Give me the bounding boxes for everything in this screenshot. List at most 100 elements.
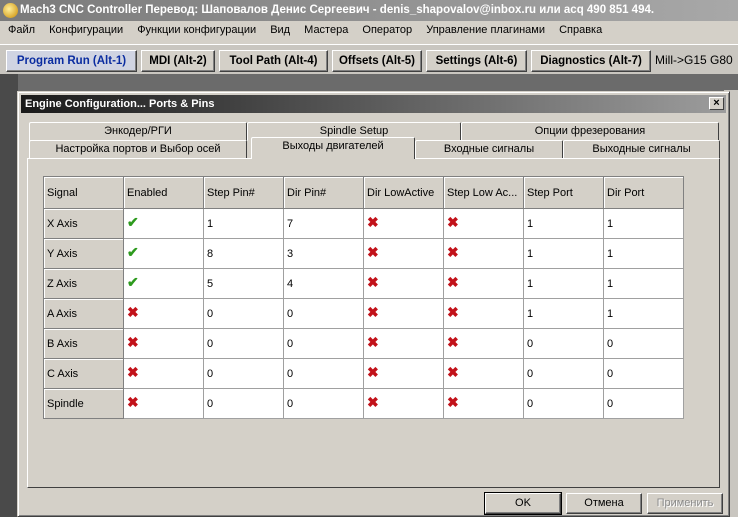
step-port-cell[interactable]: 1 bbox=[523, 298, 604, 329]
ok-button[interactable]: OK bbox=[484, 492, 562, 515]
tab-settings[interactable]: Settings (Alt-6) bbox=[426, 50, 527, 72]
dir-pin-cell[interactable]: 0 bbox=[283, 358, 364, 389]
dir-low-active-cell[interactable]: ✖ bbox=[363, 208, 444, 239]
step-pin-cell[interactable]: 8 bbox=[203, 238, 284, 269]
step-low-active-cell[interactable]: ✖ bbox=[443, 298, 524, 329]
dir-low-active-cell[interactable]: ✖ bbox=[363, 358, 444, 389]
dir-pin-cell[interactable]: 0 bbox=[283, 328, 364, 359]
enabled-cell[interactable]: ✔ bbox=[123, 268, 204, 299]
column-header-dir-port[interactable]: Dir Port bbox=[603, 176, 684, 209]
menu-config-functions[interactable]: Функции конфигурации bbox=[137, 24, 256, 36]
tab-mill-options[interactable]: Опции фрезерования bbox=[461, 122, 719, 141]
column-header-dir-pin[interactable]: Dir Pin# bbox=[283, 176, 364, 209]
step-port-cell[interactable]: 0 bbox=[523, 358, 604, 389]
column-header-step-low-active[interactable]: Step Low Ac... bbox=[443, 176, 524, 209]
step-port-cell[interactable]: 1 bbox=[523, 268, 604, 299]
menu-file[interactable]: Файл bbox=[8, 24, 35, 36]
red-x-icon: ✖ bbox=[447, 333, 459, 350]
ports-pins-dialog: Engine Configuration... Ports & Pins × Э… bbox=[17, 91, 730, 517]
tab-input-signals[interactable]: Входные сигналы bbox=[415, 140, 563, 159]
table-row: Z Axis ✔ 5 4 ✖ ✖ 1 1 bbox=[43, 268, 684, 299]
menu-plugins[interactable]: Управление плагинами bbox=[426, 24, 545, 36]
dir-low-active-cell[interactable]: ✖ bbox=[363, 268, 444, 299]
enabled-cell[interactable]: ✖ bbox=[123, 358, 204, 389]
step-port-cell[interactable]: 0 bbox=[523, 328, 604, 359]
dir-port-cell[interactable]: 1 bbox=[603, 238, 684, 269]
signal-cell: B Axis bbox=[43, 328, 124, 359]
red-x-icon: ✖ bbox=[447, 363, 459, 380]
column-header-step-pin[interactable]: Step Pin# bbox=[203, 176, 284, 209]
tab-output-signals[interactable]: Выходные сигналы bbox=[563, 140, 720, 159]
dir-pin-cell[interactable]: 0 bbox=[283, 388, 364, 419]
step-pin-cell[interactable]: 0 bbox=[203, 328, 284, 359]
signal-cell: A Axis bbox=[43, 298, 124, 329]
column-header-step-port[interactable]: Step Port bbox=[523, 176, 604, 209]
menu-help[interactable]: Справка bbox=[559, 24, 602, 36]
enabled-cell[interactable]: ✖ bbox=[123, 298, 204, 329]
dir-low-active-cell[interactable]: ✖ bbox=[363, 388, 444, 419]
dir-low-active-cell[interactable]: ✖ bbox=[363, 328, 444, 359]
dir-low-active-cell[interactable]: ✖ bbox=[363, 238, 444, 269]
step-low-active-cell[interactable]: ✖ bbox=[443, 238, 524, 269]
tab-encoder-mpg[interactable]: Энкодер/РГИ bbox=[29, 122, 247, 141]
tab-offsets[interactable]: Offsets (Alt-5) bbox=[332, 50, 422, 72]
column-header-enabled[interactable]: Enabled bbox=[123, 176, 204, 209]
dir-low-active-cell[interactable]: ✖ bbox=[363, 298, 444, 329]
red-x-icon: ✖ bbox=[127, 363, 139, 380]
step-low-active-cell[interactable]: ✖ bbox=[443, 208, 524, 239]
red-x-icon: ✖ bbox=[447, 393, 459, 410]
tab-diagnostics[interactable]: Diagnostics (Alt-7) bbox=[531, 50, 651, 72]
enabled-cell[interactable]: ✖ bbox=[123, 328, 204, 359]
window-title-bar: Mach3 CNC Controller Перевод: Шаповалов … bbox=[0, 0, 738, 21]
dir-pin-cell[interactable]: 4 bbox=[283, 268, 364, 299]
step-pin-cell[interactable]: 0 bbox=[203, 298, 284, 329]
tab-tool-path[interactable]: Tool Path (Alt-4) bbox=[219, 50, 328, 72]
table-row: C Axis ✖ 0 0 ✖ ✖ 0 0 bbox=[43, 358, 684, 389]
dir-port-cell[interactable]: 1 bbox=[603, 208, 684, 239]
step-port-cell[interactable]: 1 bbox=[523, 238, 604, 269]
column-header-signal[interactable]: Signal bbox=[43, 176, 124, 209]
cancel-button[interactable]: Отмена bbox=[566, 493, 642, 514]
tab-mdi[interactable]: MDI (Alt-2) bbox=[141, 50, 215, 72]
step-pin-cell[interactable]: 0 bbox=[203, 358, 284, 389]
table-row: Spindle ✖ 0 0 ✖ ✖ 0 0 bbox=[43, 388, 684, 419]
dir-port-cell[interactable]: 1 bbox=[603, 268, 684, 299]
dir-pin-cell[interactable]: 3 bbox=[283, 238, 364, 269]
mach3-app-icon bbox=[3, 3, 18, 18]
enabled-cell[interactable]: ✔ bbox=[123, 208, 204, 239]
step-low-active-cell[interactable]: ✖ bbox=[443, 328, 524, 359]
menu-view[interactable]: Вид bbox=[270, 24, 290, 36]
dialog-title-bar: Engine Configuration... Ports & Pins × bbox=[21, 95, 726, 113]
tab-motor-outputs[interactable]: Выходы двигателей bbox=[251, 137, 415, 159]
step-port-cell[interactable]: 0 bbox=[523, 388, 604, 419]
dir-port-cell[interactable]: 1 bbox=[603, 298, 684, 329]
dir-port-cell[interactable]: 0 bbox=[603, 328, 684, 359]
menu-configs[interactable]: Конфигурации bbox=[49, 24, 123, 36]
step-low-active-cell[interactable]: ✖ bbox=[443, 388, 524, 419]
column-header-dir-low-active[interactable]: Dir LowActive bbox=[363, 176, 444, 209]
step-low-active-cell[interactable]: ✖ bbox=[443, 268, 524, 299]
red-x-icon: ✖ bbox=[447, 273, 459, 290]
enabled-cell[interactable]: ✖ bbox=[123, 388, 204, 419]
close-icon[interactable]: × bbox=[709, 97, 724, 110]
table-header-row: Signal Enabled Step Pin# Dir Pin# Dir Lo… bbox=[43, 176, 684, 209]
red-x-icon: ✖ bbox=[447, 213, 459, 230]
menu-operator[interactable]: Оператор bbox=[362, 24, 412, 36]
dir-pin-cell[interactable]: 0 bbox=[283, 298, 364, 329]
red-x-icon: ✖ bbox=[447, 303, 459, 320]
step-pin-cell[interactable]: 5 bbox=[203, 268, 284, 299]
menu-wizards[interactable]: Мастера bbox=[304, 24, 348, 36]
table-row: A Axis ✖ 0 0 ✖ ✖ 1 1 bbox=[43, 298, 684, 329]
dir-port-cell[interactable]: 0 bbox=[603, 358, 684, 389]
tab-port-setup[interactable]: Настройка портов и Выбор осей bbox=[29, 140, 247, 159]
enabled-cell[interactable]: ✔ bbox=[123, 238, 204, 269]
red-x-icon: ✖ bbox=[367, 273, 379, 290]
dir-pin-cell[interactable]: 7 bbox=[283, 208, 364, 239]
step-low-active-cell[interactable]: ✖ bbox=[443, 358, 524, 389]
apply-button[interactable]: Применить bbox=[647, 493, 723, 514]
tab-program-run[interactable]: Program Run (Alt-1) bbox=[6, 50, 137, 72]
step-pin-cell[interactable]: 0 bbox=[203, 388, 284, 419]
step-pin-cell[interactable]: 1 bbox=[203, 208, 284, 239]
step-port-cell[interactable]: 1 bbox=[523, 208, 604, 239]
dir-port-cell[interactable]: 0 bbox=[603, 388, 684, 419]
